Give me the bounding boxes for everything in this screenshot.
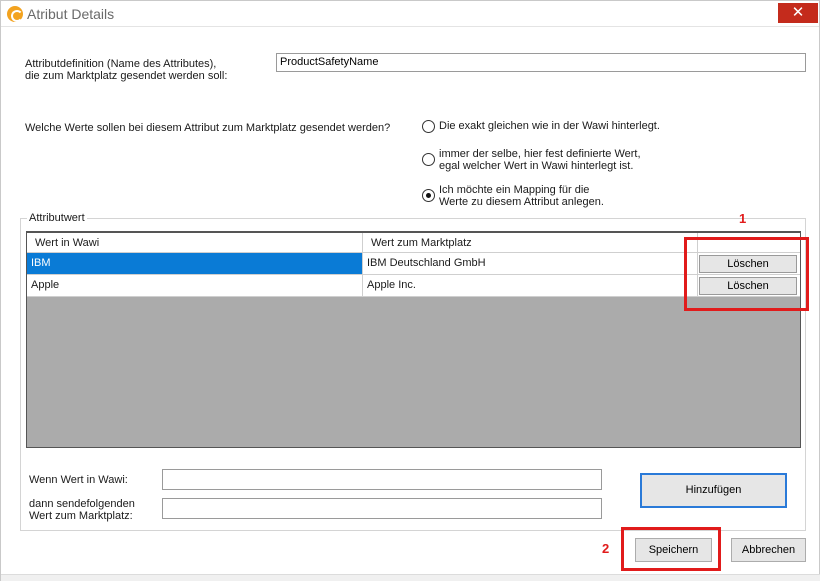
radio-fixed-value-label: immer der selbe, hier fest definierte We… [439, 148, 641, 172]
app-logo-icon [7, 6, 23, 22]
radio-fixed-value-label-line1: immer der selbe, hier fest definierte We… [439, 148, 641, 160]
send-value-label-line1: dann sendefolgenden [29, 498, 135, 510]
annotation-box-1 [684, 237, 809, 311]
question-label: Welche Werte sollen bei diesem Attribut … [25, 122, 391, 134]
cell-wert-zum-marktplatz[interactable]: Apple Inc. [363, 275, 698, 296]
send-value-label: dann sendefolgenden Wert zum Marktplatz: [29, 498, 135, 522]
column-header-marktplatz[interactable]: Wert zum Marktplatz [363, 233, 698, 252]
send-value-label-line2: Wert zum Marktplatz: [29, 510, 133, 522]
definition-input[interactable]: ProductSafetyName [276, 53, 806, 72]
when-wawi-label: Wenn Wert in Wawi: [29, 474, 128, 486]
radio-fixed-value-label-line2: egal welcher Wert in Wawi hinterlegt ist… [439, 160, 634, 172]
column-header-wawi[interactable]: Wert in Wawi [27, 233, 363, 252]
radio-exact-values-label-line1: Die exakt gleichen wie in der Wawi hinte… [439, 120, 660, 132]
annotation-box-2 [621, 527, 721, 571]
annotation-marker-1: 1 [739, 211, 747, 226]
dialog-window: Atribut Details ✕ Attributdefinition (Na… [0, 0, 820, 581]
radio-fixed-value[interactable] [422, 153, 435, 166]
definition-label-line2: die zum Marktplatz gesendet werden soll: [25, 70, 228, 82]
annotation-marker-2: 2 [602, 541, 610, 556]
send-value-input[interactable] [162, 498, 602, 519]
title-bar: Atribut Details ✕ [1, 1, 819, 27]
add-button[interactable]: Hinzufügen [640, 473, 787, 508]
when-wawi-input[interactable] [162, 469, 602, 490]
radio-exact-values-label: Die exakt gleichen wie in der Wawi hinte… [439, 120, 660, 132]
radio-mapping-label-line2: Werte zu diesem Attribut anlegen. [439, 196, 604, 208]
radio-mapping-label: Ich möchte ein Mapping für die Werte zu … [439, 184, 604, 208]
definition-label-line1: Attributdefinition (Name des Attributes)… [25, 58, 217, 70]
definition-label: Attributdefinition (Name des Attributes)… [25, 58, 227, 82]
cell-wert-in-wawi[interactable]: IBM [27, 253, 363, 274]
window-title: Atribut Details [27, 6, 115, 22]
radio-mapping[interactable] [422, 189, 435, 202]
bottom-strip [1, 574, 820, 581]
radio-mapping-label-line1: Ich möchte ein Mapping für die [439, 184, 590, 196]
radio-exact-values[interactable] [422, 120, 435, 133]
cell-wert-zum-marktplatz[interactable]: IBM Deutschland GmbH [363, 253, 698, 274]
attribute-value-group-caption: Attributwert [27, 212, 87, 224]
close-button[interactable]: ✕ [778, 3, 818, 23]
cancel-button[interactable]: Abbrechen [731, 538, 806, 562]
cell-wert-in-wawi[interactable]: Apple [27, 275, 363, 296]
